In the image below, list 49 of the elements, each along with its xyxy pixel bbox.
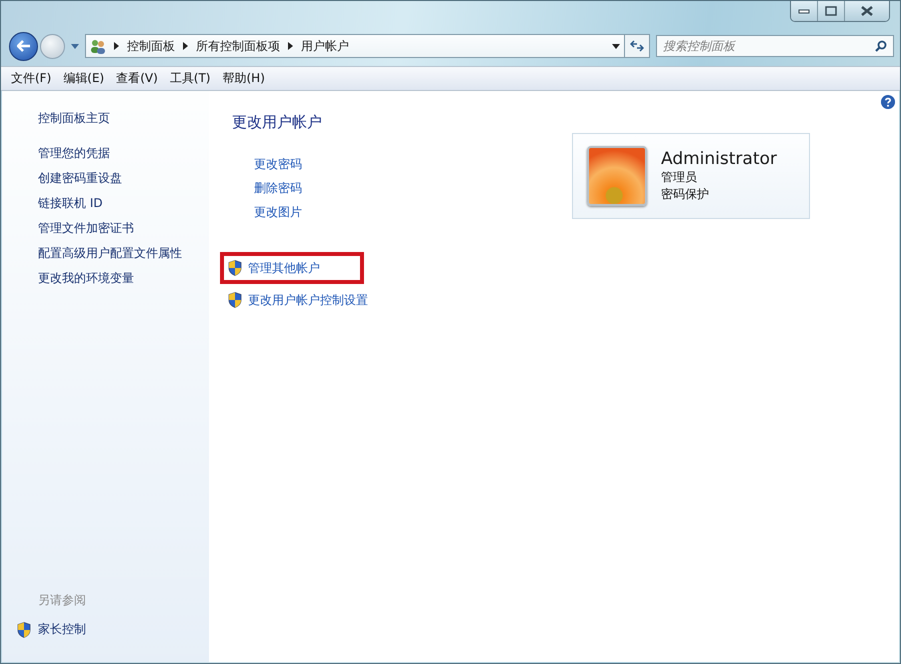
search-icon[interactable]: [875, 40, 887, 52]
chevron-icon: [114, 42, 119, 50]
sidebar-link[interactable]: 更改我的环境变量: [2, 266, 209, 291]
account-name: Administrator: [661, 149, 777, 169]
task-link[interactable]: 管理其他帐户: [248, 259, 320, 277]
breadcrumb-item[interactable]: 用户帐户: [301, 38, 349, 54]
minimize-icon: [798, 8, 810, 14]
users-icon: [90, 38, 106, 54]
menu-item[interactable]: 帮助(H): [216, 70, 271, 87]
task-link[interactable]: 更改密码: [254, 154, 572, 178]
sidebar-link[interactable]: 管理文件加密证书: [2, 216, 209, 241]
shield-icon: [228, 292, 242, 308]
help-icon[interactable]: [881, 95, 895, 109]
account-role: 管理员: [661, 169, 698, 186]
close-icon: [860, 6, 874, 16]
chevron-icon: [288, 42, 293, 50]
menu-item[interactable]: 编辑(E): [57, 70, 110, 87]
refresh-button[interactable]: [624, 34, 650, 58]
sidebar-link[interactable]: 管理您的凭据: [2, 141, 209, 166]
flower-picture: [587, 146, 647, 206]
address-bar[interactable]: 控制面板 所有控制面板项 用户帐户: [85, 34, 625, 58]
menu-item[interactable]: 查看(V): [110, 70, 164, 87]
menu-item[interactable]: 工具(T): [164, 70, 216, 87]
sidebar-link[interactable]: 链接联机 ID: [2, 191, 209, 216]
dropdown-arrow-icon[interactable]: [612, 44, 620, 48]
task-link[interactable]: 删除密码: [254, 178, 572, 202]
sidebar-link[interactable]: 控制面板主页: [2, 106, 209, 131]
search-field[interactable]: 搜索控制面板: [656, 35, 894, 57]
shield-icon: [228, 260, 242, 276]
close-button[interactable]: [844, 1, 889, 21]
sidebar-link[interactable]: 家长控制: [38, 617, 86, 642]
task-link[interactable]: 更改用户帐户控制设置: [248, 291, 368, 309]
back-arrow-icon: [16, 40, 30, 52]
see-also-heading: 另请参阅: [37, 592, 87, 609]
shield-icon: [17, 622, 31, 638]
back-button[interactable]: [9, 32, 38, 60]
sidebar-link[interactable]: 创建密码重设盘: [2, 166, 209, 191]
maximize-icon: [825, 6, 837, 16]
page-heading: 更改用户帐户: [232, 113, 323, 132]
refresh-icon: [630, 40, 644, 52]
breadcrumb-item[interactable]: 控制面板: [127, 38, 175, 54]
maximize-button[interactable]: [817, 1, 844, 21]
breadcrumb-item[interactable]: 所有控制面板项: [196, 38, 280, 54]
menu-item[interactable]: 文件(F): [5, 70, 58, 87]
minimize-button[interactable]: [791, 1, 817, 21]
chevron-icon: [183, 42, 188, 50]
account-status: 密码保护: [661, 186, 710, 203]
sidebar-link[interactable]: 配置高级用户配置文件属性: [2, 241, 209, 266]
task-link[interactable]: 更改图片: [254, 202, 572, 226]
